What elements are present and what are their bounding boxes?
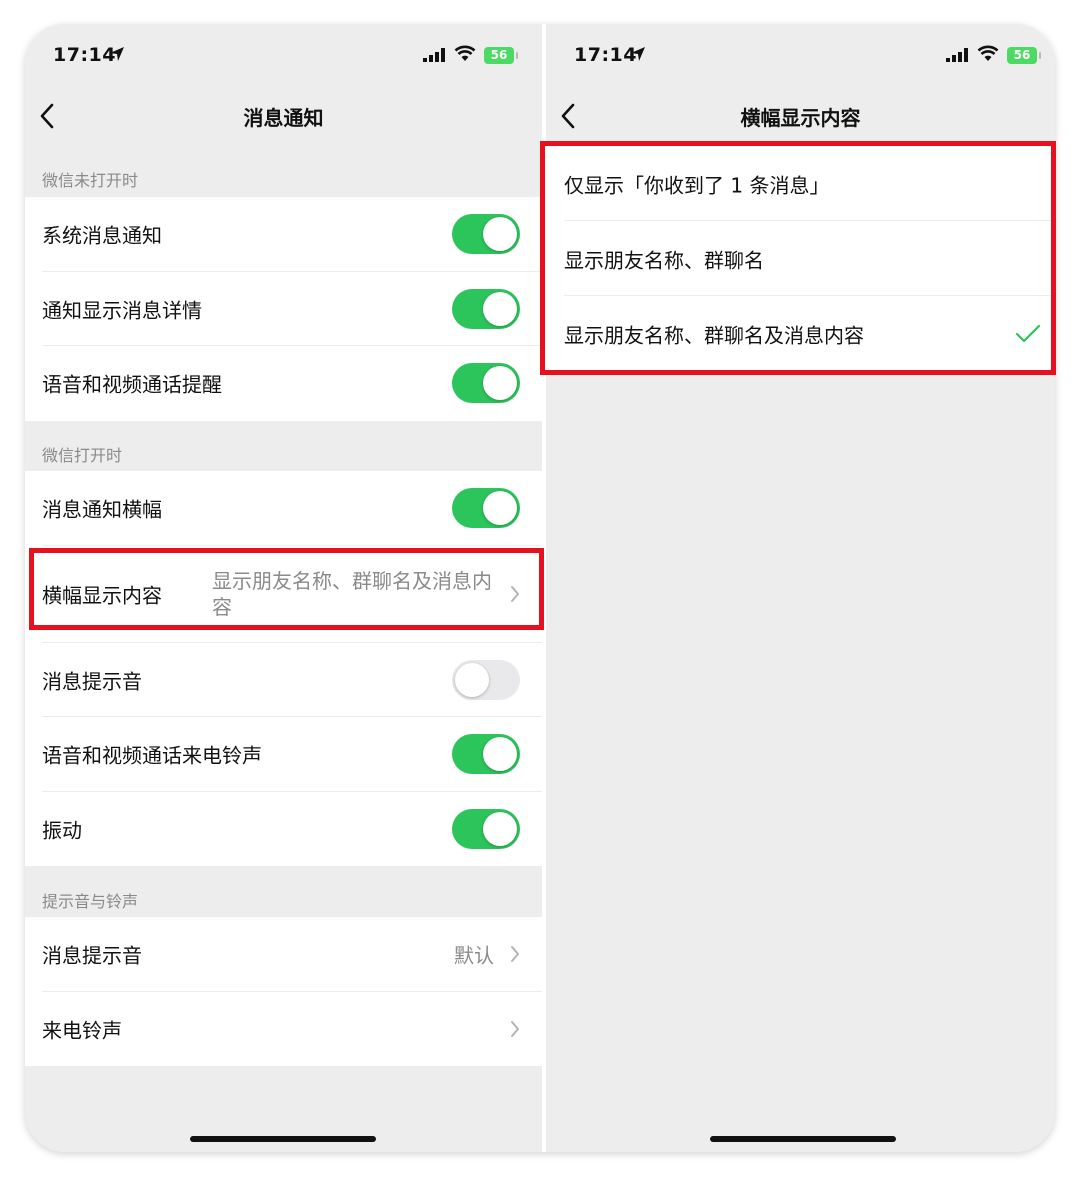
- vibration-toggle[interactable]: [452, 808, 520, 849]
- setting-label: 系统消息通知: [42, 223, 162, 248]
- setting-row-notification-sound[interactable]: 消息提示音 默认: [25, 917, 542, 992]
- highlight-box-banner-content-row: [29, 548, 544, 630]
- page-title: 消息通知: [243, 106, 324, 130]
- section-label-wechat-open: 微信打开时: [42, 446, 123, 465]
- nav-bar: 横幅显示内容: [546, 94, 1055, 138]
- setting-label: 通知显示消息详情: [42, 298, 202, 323]
- location-arrow-icon: [631, 47, 645, 61]
- banner-toggle[interactable]: [452, 488, 520, 529]
- call-ringtone-toggle[interactable]: [452, 734, 520, 775]
- nav-bar: 消息通知: [25, 94, 542, 138]
- setting-label: 语音和视频通话提醒: [42, 372, 222, 397]
- home-indicator: [190, 1136, 376, 1142]
- setting-row-ringtone[interactable]: 来电铃声: [25, 992, 542, 1067]
- highlight-box-options: [540, 141, 1056, 375]
- status-time: 17:14: [53, 44, 116, 66]
- call-reminder-toggle[interactable]: [452, 363, 520, 404]
- setting-row-call-reminder: 语音和视频通话提醒: [25, 346, 542, 421]
- system-notification-toggle[interactable]: [452, 214, 520, 255]
- settings-group-sounds: 消息提示音 默认 来电铃声: [25, 917, 542, 1066]
- wifi-icon: [977, 45, 999, 61]
- message-sound-toggle[interactable]: [452, 659, 520, 700]
- setting-row-banner: 消息通知横幅: [25, 471, 542, 546]
- chevron-right-icon: [511, 946, 519, 963]
- setting-row-show-details: 通知显示消息详情: [25, 272, 542, 346]
- setting-row-system-notification: 系统消息通知: [25, 197, 542, 272]
- wifi-icon: [454, 45, 476, 61]
- chevron-right-icon: [511, 1020, 519, 1037]
- battery-icon: 56: [484, 47, 518, 64]
- battery-icon: 56: [1007, 47, 1041, 64]
- section-label-sounds: 提示音与铃声: [42, 892, 139, 911]
- setting-label: 消息通知横幅: [42, 497, 162, 522]
- page-title: 横幅显示内容: [740, 106, 861, 130]
- notification-sound-value: 默认: [454, 943, 494, 968]
- show-details-toggle[interactable]: [452, 288, 520, 329]
- signal-icon: [946, 48, 968, 62]
- home-indicator: [710, 1136, 896, 1142]
- setting-label: 语音和视频通话来电铃声: [42, 743, 262, 768]
- setting-label: 消息提示音: [42, 943, 142, 968]
- status-bar: 17:14 56: [25, 24, 542, 90]
- status-bar: 17:14 56: [546, 24, 1055, 90]
- settings-group-wechat-closed: 系统消息通知 通知显示消息详情 语音和视频通话提醒: [25, 197, 542, 421]
- signal-icon: [423, 48, 445, 62]
- section-label-wechat-closed: 微信未打开时: [42, 171, 139, 190]
- setting-label: 消息提示音: [42, 669, 142, 694]
- status-time: 17:14: [574, 44, 637, 66]
- setting-row-message-sound: 消息提示音: [25, 643, 542, 717]
- setting-row-call-ringtone: 语音和视频通话来电铃声: [25, 717, 542, 792]
- setting-label: 来电铃声: [42, 1018, 122, 1043]
- location-arrow-icon: [110, 47, 124, 61]
- settings-group-wechat-open: 消息通知横幅 横幅显示内容 显示朋友名称、群聊名及消息内容 消息提示音 语音和视…: [25, 471, 542, 866]
- setting-row-vibration: 振动: [25, 792, 542, 867]
- setting-label: 振动: [42, 818, 82, 843]
